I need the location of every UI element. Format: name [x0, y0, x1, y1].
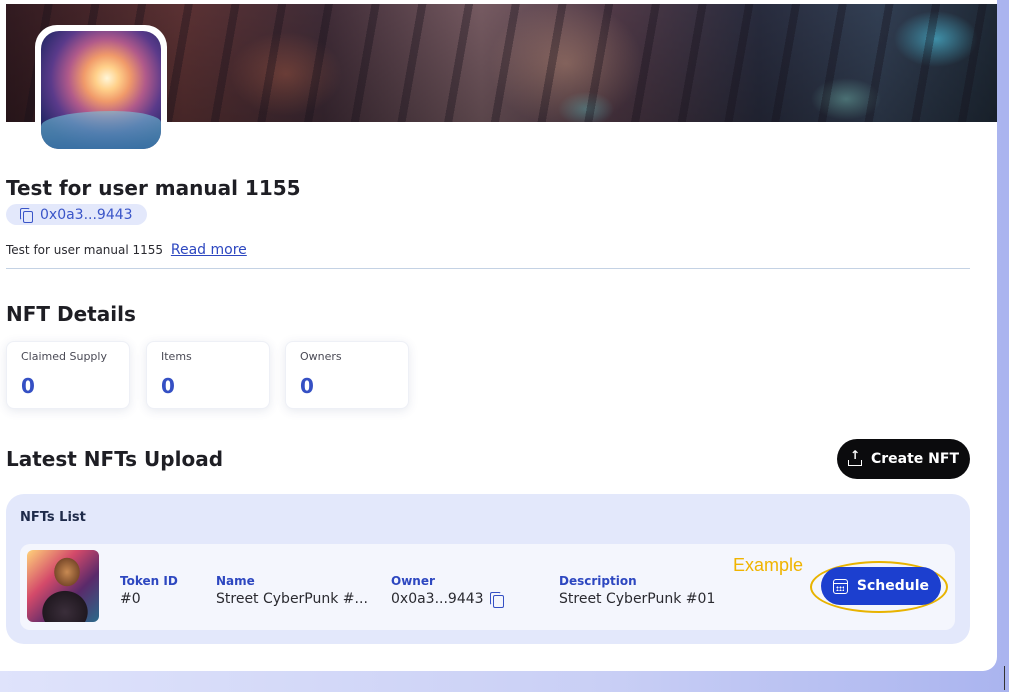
nfts-list-panel: NFTs List Token ID #0 Name Street CyberP…: [6, 494, 970, 644]
owner-column: Owner 0x0a3...9443: [391, 574, 504, 608]
stat-card-claimed-supply: Claimed Supply 0: [6, 341, 130, 409]
schedule-label: Schedule: [856, 578, 930, 594]
stat-value: 0: [161, 374, 175, 398]
stat-label: Items: [161, 350, 192, 363]
name-value: Street CyberPunk #...: [216, 591, 368, 607]
owner-value: 0x0a3...9443: [391, 591, 484, 607]
calendar-icon: [832, 578, 848, 594]
read-more-link[interactable]: Read more: [171, 242, 247, 258]
nft-thumbnail[interactable]: [27, 550, 99, 622]
example-annotation: Example: [733, 555, 804, 575]
collection-description: Test for user manual 1155 Read more: [6, 242, 247, 258]
description-label: Description: [559, 574, 637, 588]
description-text: Test for user manual 1155: [6, 243, 164, 257]
latest-uploads-heading: Latest NFTs Upload: [6, 447, 224, 471]
create-nft-label: Create NFT: [870, 451, 959, 467]
description-column: Description Street CyberPunk #01: [559, 574, 715, 607]
nft-details-heading: NFT Details: [6, 302, 136, 326]
collection-avatar: [41, 31, 161, 149]
token-id-value: #0: [120, 591, 141, 607]
owner-label: Owner: [391, 574, 435, 588]
name-column: Name Street CyberPunk #...: [216, 574, 368, 607]
stat-card-owners: Owners 0: [285, 341, 409, 409]
collection-avatar-frame: [35, 25, 167, 155]
token-id-label: Token ID: [120, 574, 178, 588]
stat-card-items: Items 0: [146, 341, 270, 409]
collection-title: Test for user manual 1155: [6, 176, 301, 200]
name-label: Name: [216, 574, 255, 588]
address-chip[interactable]: 0x0a3...9443: [6, 204, 147, 225]
owner-value-wrap: 0x0a3...9443: [391, 591, 504, 608]
stat-value: 0: [300, 374, 314, 398]
address-text: 0x0a3...9443: [40, 206, 133, 223]
token-id-column: Token ID #0: [120, 574, 178, 607]
nfts-list-title: NFTs List: [20, 510, 86, 525]
copy-icon[interactable]: [20, 208, 33, 223]
stat-label: Claimed Supply: [21, 350, 107, 363]
schedule-button[interactable]: Schedule: [821, 567, 941, 605]
stat-label: Owners: [300, 350, 342, 363]
description-value: Street CyberPunk #01: [559, 591, 716, 607]
divider: [6, 268, 970, 269]
copy-icon[interactable]: [489, 592, 504, 608]
main-panel: Test for user manual 1155 0x0a3...9443 T…: [0, 0, 997, 671]
edge-divider: [1004, 666, 1005, 690]
create-nft-button[interactable]: Create NFT: [837, 439, 970, 479]
stat-value: 0: [21, 374, 35, 398]
upload-icon: [847, 448, 862, 466]
